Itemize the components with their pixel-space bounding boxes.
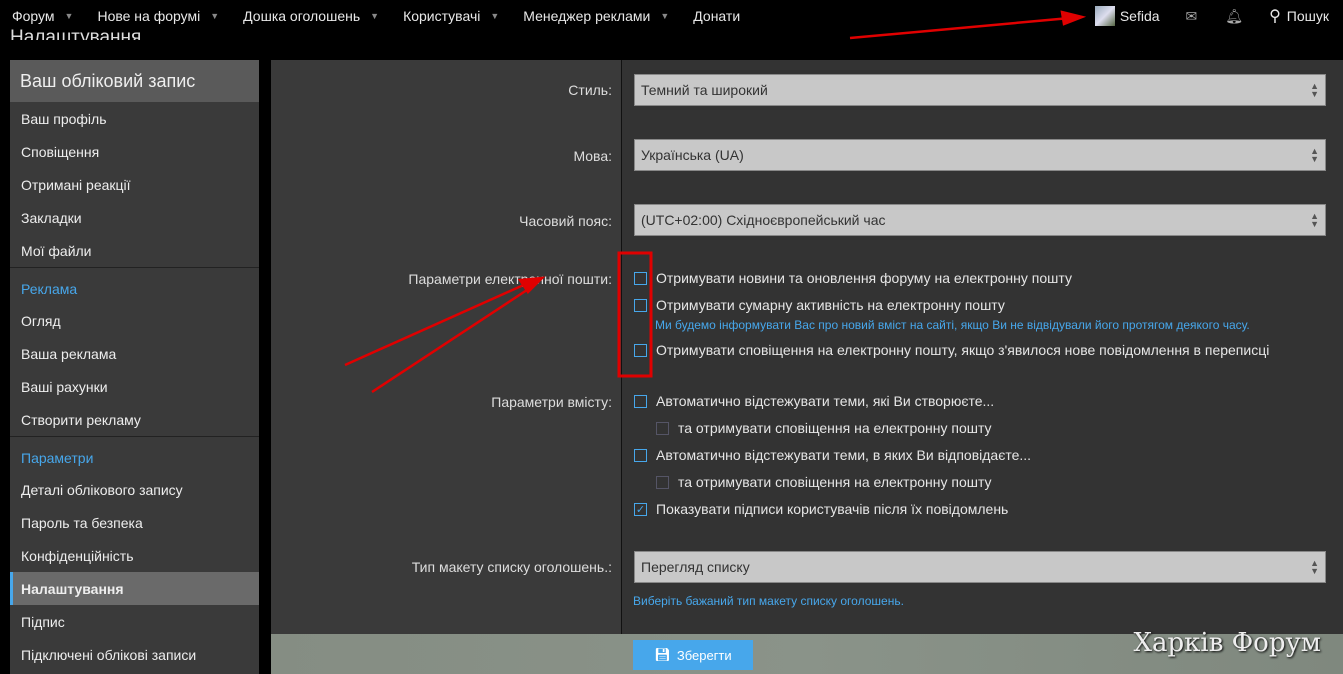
language-label: Мова: [573,148,612,164]
caret-down-icon[interactable]: ▼ [660,11,669,21]
preferences-form: Стиль: Темний та широкий ▲ ▼ Мова: Українс… [271,60,1343,634]
sidebar-item-signature[interactable]: Підпис [10,605,259,638]
watch-replied-checkbox[interactable]: Автоматично відстежувати теми, в яких Ви… [634,447,1031,463]
checkbox-label: Отримувати сповіщення на електронну пошт… [656,342,1270,358]
style-label: Стиль: [568,82,612,98]
sidebar-item-security[interactable]: Пароль та безпека [10,506,259,539]
email-digest-hint: Ми будемо інформувати Вас про новий вміс… [655,318,1250,332]
nav-label: Донати [693,8,741,24]
sidebar-item-invoices[interactable]: Ваші рахунки [10,370,259,403]
nav-donate[interactable]: Донати [681,0,752,32]
envelope-icon[interactable]: ✉ [1172,8,1212,25]
select-arrows-icon: ▲ ▼ [1310,81,1319,99]
select-arrows-icon: ▲ ▼ [1310,558,1319,576]
sidebar-item-connected-accounts[interactable]: Підключені облікові записи [10,638,259,671]
nav-label: Користувачі [403,8,481,24]
select-arrows-icon: ▲ ▼ [1310,211,1319,229]
select-value: Українська (UA) [641,147,744,163]
select-value: Перегляд списку [641,559,750,575]
select-value: Темний та широкий [641,82,768,98]
nav-label: Дошка оголошень [243,8,361,24]
nav-label: Форум [12,8,55,24]
avatar [1094,6,1115,26]
timezone-select[interactable]: (UTC+02:00) Східноєвропейський час ▲ ▼ [634,204,1326,236]
sidebar-item-overview[interactable]: Огляд [10,304,259,337]
watch-created-email-checkbox[interactable]: та отримувати сповіщення на електронну п… [656,420,992,436]
caret-down-icon[interactable]: ▼ [370,11,379,21]
checkbox-label: Показувати підписи користувачів після їх… [656,501,1009,517]
sidebar-item-files[interactable]: Мої файли [10,234,259,267]
caret-down-icon[interactable]: ▼ [490,11,499,21]
page-title: Налаштування [10,27,142,40]
checkbox-icon[interactable] [656,421,669,435]
bell-icon[interactable]: 🔔︎ [1211,8,1257,25]
checkbox-label: Автоматично відстежувати теми, в яких Ви… [656,447,1032,463]
sidebar-item-account-details[interactable]: Деталі облікового запису [10,473,259,506]
checkbox-icon[interactable] [634,448,647,462]
checkbox-label: Отримувати сумарну активність на електро… [656,297,1005,313]
sidebar-item-create-ad[interactable]: Створити рекламу [10,403,259,436]
sidebar-header: Ваш обліковий запис [10,60,259,102]
checkbox-icon[interactable] [634,271,647,285]
layout-label: Тип макету списку оголошень.: [411,559,612,575]
nav-ads[interactable]: Менеджер реклами ▼ [511,0,681,32]
sidebar-item-reactions[interactable]: Отримані реакції [10,168,259,201]
watch-replied-email-checkbox[interactable]: та отримувати сповіщення на електронну п… [656,474,992,490]
search-button[interactable]: ⚲ Пошук [1257,0,1343,32]
username: Sefida [1119,8,1160,24]
watch-created-checkbox[interactable]: Автоматично відстежувати теми, які Ви ст… [634,393,994,409]
checkbox-label: та отримувати сповіщення на електронну п… [678,420,992,436]
style-select[interactable]: Темний та широкий ▲ ▼ [634,74,1326,106]
select-arrows-icon: ▲ ▼ [1310,146,1319,164]
label-column [271,60,622,634]
checkbox-icon[interactable] [634,298,647,312]
search-icon: ⚲ [1269,8,1281,25]
sidebar-item-profile[interactable]: Ваш профіль [10,102,259,135]
email-news-checkbox[interactable]: Отримувати новини та оновлення форуму на… [634,270,1072,286]
layout-select[interactable]: Перегляд списку ▲ ▼ [634,551,1326,583]
content-options-label: Параметри вмісту: [491,394,612,410]
form-footer: 💾︎ Зберегти Харків Форум [271,628,1343,674]
sidebar-item-privacy[interactable]: Конфіденційність [10,539,259,572]
caret-down-icon[interactable]: ▼ [210,11,219,21]
nav-label: Менеджер реклами [523,8,651,24]
search-label: Пошук [1286,8,1329,24]
checkbox-icon[interactable] [634,343,647,357]
sidebar-item-preferences[interactable]: Налаштування [10,572,259,605]
checkbox-icon[interactable] [656,475,669,489]
language-select[interactable]: Українська (UA) ▲ ▼ [634,139,1326,171]
select-value: (UTC+02:00) Східноєвропейський час [641,212,886,228]
nav-board[interactable]: Дошка оголошень ▼ [231,0,391,32]
email-options-label: Параметри електронної пошти: [408,271,612,287]
email-conversation-checkbox[interactable]: Отримувати сповіщення на електронну пошт… [634,342,1269,358]
layout-hint: Виберіть бажаний тип макету списку оголо… [633,594,904,608]
caret-down-icon[interactable]: ▼ [65,11,74,21]
save-label: Зберегти [676,647,732,663]
sidebar-item-alerts[interactable]: Сповіщення [10,135,259,168]
timezone-label: Часовий пояс: [519,213,612,229]
checkmark-icon[interactable]: ✓ [634,502,647,516]
top-nav: Форум ▼ Нове на форумі ▼ Дошка оголошень ▼ … [0,0,1343,32]
user-menu[interactable]: Sefida [1083,0,1172,32]
checkbox-label: та отримувати сповіщення на електронну п… [678,474,992,490]
site-logo: Харків Форум [1133,628,1321,658]
nav-users[interactable]: Користувачі ▼ [391,0,511,32]
show-signatures-checkbox[interactable]: ✓ Показувати підписи користувачів після ї… [634,501,1008,517]
email-digest-checkbox[interactable]: Отримувати сумарну активність на електро… [634,297,1005,313]
sidebar-section-ads: Реклама [10,267,259,304]
save-button[interactable]: 💾︎ Зберегти [633,640,753,670]
sidebar: Ваш обліковий запис Ваш профіль Сповіщен… [10,60,259,674]
checkbox-icon[interactable] [634,394,647,408]
nav-label: Нове на форумі [97,8,201,24]
checkbox-label: Автоматично відстежувати теми, які Ви ст… [656,393,995,409]
floppy-disk-icon: 💾︎ [654,647,671,662]
sidebar-item-bookmarks[interactable]: Закладки [10,201,259,234]
sidebar-section-settings: Параметри [10,436,259,473]
sidebar-item-your-ads[interactable]: Ваша реклама [10,337,259,370]
checkbox-label: Отримувати новини та оновлення форуму на… [656,270,1072,286]
